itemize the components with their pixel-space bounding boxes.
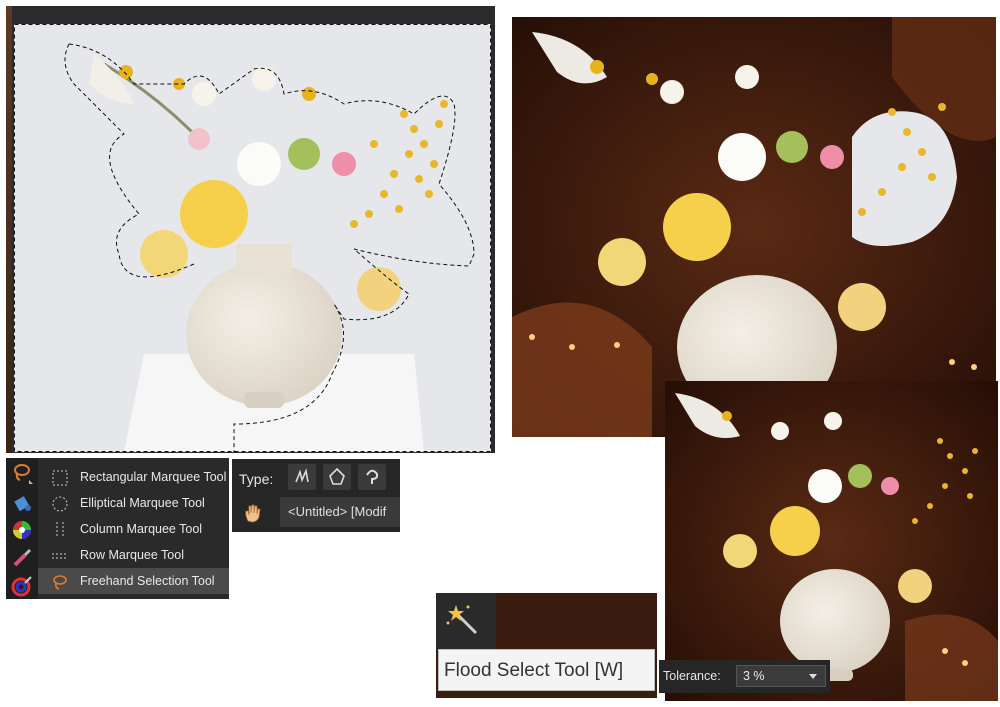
vase-photo-with-selection[interactable] [14,24,491,452]
lasso-icon[interactable] [11,462,33,484]
rectangle-marquee-icon [52,469,68,486]
tools-toolbar [6,458,38,599]
column-marquee-tool[interactable]: Column Marquee Tool [38,516,229,542]
chevron-down-icon [809,674,817,679]
gradient-icon[interactable] [11,575,33,597]
row-marquee-icon [52,547,68,563]
tool-label: Freehand Selection Tool [80,574,215,588]
document-tab[interactable]: <Untitled> [Modif [280,497,400,527]
tool-label: Row Marquee Tool [80,548,184,562]
brush-icon[interactable] [11,547,33,569]
tolerance-bar: Tolerance: 3 % [659,660,830,693]
color-wheel-icon[interactable] [11,519,33,541]
tolerance-value: 3 % [743,669,765,683]
rectangular-marquee-tool[interactable]: Rectangular Marquee Tool [38,464,229,490]
tool-label: Column Marquee Tool [80,522,203,536]
selection-tools-flyout: Rectangular Marquee Tool Elliptical Marq… [38,458,229,599]
freehand-selection-tool[interactable]: Freehand Selection Tool [38,568,229,594]
canvas-edge [6,6,12,453]
refined-composite-panel [665,381,998,701]
photo-illustration [14,24,491,452]
flood-select-tooltip: Flood Select Tool [W] [438,649,655,691]
original-image-panel [6,6,495,453]
tolerance-dropdown[interactable]: 3 % [736,665,826,687]
composite-result-panel [512,17,996,437]
ellipse-marquee-icon [52,495,68,512]
tolerance-label: Tolerance: [663,669,721,683]
elliptical-marquee-tool[interactable]: Elliptical Marquee Tool [38,490,229,516]
flood-select-crop: Flood Select Tool [W] [436,593,657,698]
fill-bucket-icon[interactable] [11,491,33,513]
tool-label: Rectangular Marquee Tool [80,470,227,484]
column-marquee-icon [52,521,68,538]
magnetic-icon[interactable] [358,464,386,490]
lasso-icon [52,573,68,590]
polygonal-icon[interactable] [323,464,351,490]
freehand-icon[interactable] [288,464,316,490]
hand-icon[interactable] [240,501,266,525]
context-toolbar: Type: <Untitled> [Modif [232,459,400,532]
type-label: Type: [239,471,274,487]
refined-composite-illustration [665,381,998,701]
magic-wand-icon[interactable] [436,593,496,651]
row-marquee-tool[interactable]: Row Marquee Tool [38,542,229,568]
cave-composite-illustration [512,17,996,437]
tool-label: Elliptical Marquee Tool [80,496,205,510]
